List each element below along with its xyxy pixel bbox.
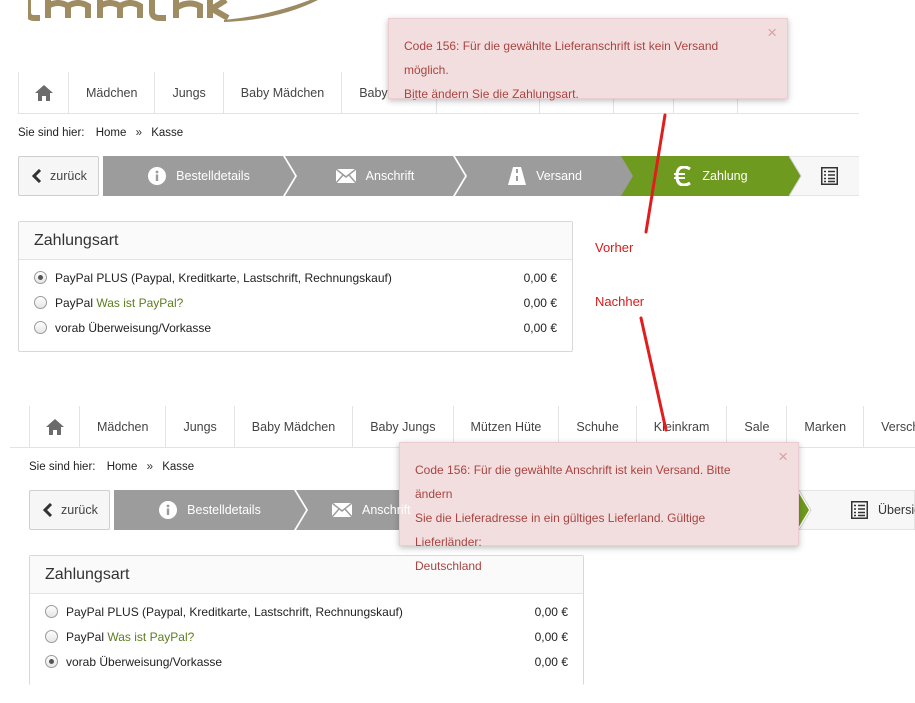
alert-line: Sie die Lieferadresse in ein gültiges Li… (415, 511, 706, 549)
breadcrumb: Sie sind hier: Home » Kasse (18, 127, 183, 139)
info-icon (159, 501, 178, 519)
breadcrumb-home[interactable]: Home (107, 461, 138, 473)
payment-option[interactable]: PayPal Was ist PayPal? 0,00 € (30, 624, 583, 649)
step-bestelldetails[interactable]: Bestelldetails (114, 490, 306, 530)
close-icon[interactable]: × (767, 23, 777, 43)
payment-name: vorab Überweisung/Vorkasse (66, 654, 223, 669)
radio-button[interactable] (45, 655, 58, 668)
payment-price: 0,00 € (534, 604, 568, 619)
payment-name: PayPal (55, 295, 94, 310)
alert-line: Code 156: Für die gewählte Lieferanschri… (404, 39, 719, 77)
error-alert: × Code 156: Für die gewählte Anschrift i… (399, 442, 799, 573)
breadcrumb: Sie sind hier: Home » Kasse (29, 461, 194, 473)
radio-button[interactable] (34, 296, 47, 309)
payment-name: PayPal PLUS (Paypal, Kreditkarte, Lastsc… (55, 270, 392, 285)
nav-item-baby-maedchen[interactable]: Baby Mädchen (233, 406, 352, 447)
euro-icon (674, 166, 692, 186)
radio-button[interactable] (34, 321, 47, 334)
breadcrumb-current: Kasse (162, 461, 195, 473)
checkout-steps: zurück Bestelldetails Anschrift Versand … (18, 156, 859, 198)
alert-line: Bitte ändern Sie die Zahlungsart. (404, 87, 579, 101)
payment-price: 0,00 € (523, 270, 557, 285)
payment-price: 0,00 € (534, 654, 568, 669)
payment-option[interactable]: PayPal PLUS (Paypal, Kreditkarte, Lastsc… (30, 599, 583, 624)
payment-price: 0,00 € (523, 320, 557, 335)
shop-logo (28, 0, 318, 22)
radio-button[interactable] (45, 630, 58, 643)
payment-name-wrap: PayPal Was ist PayPal? (66, 630, 508, 644)
nav-item-maedchen[interactable]: Mädchen (68, 72, 154, 113)
step-zahlung[interactable]: Zahlung (621, 156, 801, 196)
chevron-left-icon (31, 169, 42, 183)
paypal-info-link[interactable]: Was ist PayPal? (96, 296, 183, 310)
payment-name: PayPal (66, 629, 105, 644)
step-uebersicht[interactable]: Übersicht (799, 490, 915, 530)
breadcrumb-label: Sie sind hier: (29, 461, 96, 473)
nav-item-maedchen[interactable]: Mädchen (79, 406, 165, 447)
breadcrumb-label: Sie sind hier: (18, 127, 85, 139)
payment-option[interactable]: vorab Überweisung/Vorkasse 0,00 € (19, 315, 572, 340)
chevron-left-icon (42, 503, 53, 517)
back-label: zurück (61, 503, 98, 517)
payment-price: 0,00 € (534, 629, 568, 644)
radio-button[interactable] (34, 271, 47, 284)
nav-home[interactable] (18, 72, 68, 113)
home-icon (34, 85, 53, 101)
step-label: Bestelldetails (187, 503, 261, 517)
step-label: Bestelldetails (176, 169, 250, 183)
payment-name: PayPal PLUS (Paypal, Kreditkarte, Lastsc… (66, 604, 403, 619)
step-bestelldetails[interactable]: Bestelldetails (103, 156, 295, 196)
breadcrumb-separator: » (146, 461, 153, 473)
payment-name: vorab Überweisung/Vorkasse (55, 320, 212, 335)
payment-name-wrap: PayPal Was ist PayPal? (55, 296, 497, 310)
breadcrumb-home[interactable]: Home (96, 127, 127, 139)
envelope-icon (332, 503, 352, 517)
back-button[interactable]: zurück (18, 156, 99, 196)
step-versand[interactable]: Versand (455, 156, 635, 196)
radio-button[interactable] (45, 605, 58, 618)
nav-item-baby-maedchen[interactable]: Baby Mädchen (222, 72, 341, 113)
panel-title: Zahlungsart (19, 222, 572, 260)
error-alert: × Code 156: Für die gewählte Lieferansch… (388, 18, 788, 101)
payment-option[interactable]: PayPal PLUS (Paypal, Kreditkarte, Lastsc… (19, 265, 572, 290)
alert-line: Code 156: Für die gewählte Anschrift ist… (415, 463, 731, 501)
list-icon (820, 167, 838, 185)
annotation-before: Vorher (595, 240, 634, 255)
nav-item-verschiedenes[interactable]: Verschiedenes (863, 406, 915, 447)
step-label: Zahlung (702, 169, 748, 183)
breadcrumb-separator: » (135, 127, 142, 139)
nav-item-jungs[interactable]: Jungs (154, 72, 222, 113)
alert-line: Deutschland (415, 559, 482, 573)
step-label: Anschrift (365, 169, 415, 183)
info-icon (148, 167, 167, 185)
back-button[interactable]: zurück (29, 490, 110, 530)
road-icon (508, 167, 527, 185)
payment-option[interactable]: PayPal Was ist PayPal? 0,00 € (19, 290, 572, 315)
nav-item-jungs[interactable]: Jungs (165, 406, 233, 447)
close-icon[interactable]: × (778, 447, 788, 467)
payment-panel: Zahlungsart PayPal PLUS (Paypal, Kreditk… (18, 221, 573, 352)
step-label: Versand (536, 169, 582, 183)
payment-price: 0,00 € (523, 295, 557, 310)
payment-option[interactable]: vorab Überweisung/Vorkasse 0,00 € (30, 649, 583, 674)
home-icon (45, 419, 64, 435)
breadcrumb-current: Kasse (151, 127, 184, 139)
step-anschrift[interactable]: Anschrift (285, 156, 465, 196)
annotation-after: Nachher (595, 294, 645, 309)
list-icon (851, 501, 868, 519)
nav-home[interactable] (29, 406, 79, 447)
paypal-info-link[interactable]: Was ist PayPal? (107, 630, 194, 644)
step-uebersicht[interactable] (789, 156, 859, 196)
step-label: Anschrift (362, 503, 411, 517)
back-label: zurück (50, 169, 87, 183)
step-label: Übersicht (878, 503, 915, 517)
envelope-icon (335, 169, 356, 183)
